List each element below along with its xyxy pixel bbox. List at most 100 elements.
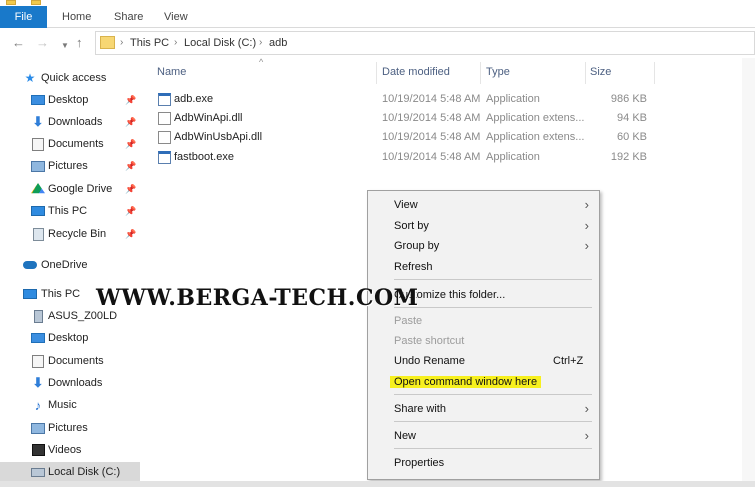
back-arrow-icon[interactable]: ← — [12, 35, 25, 51]
watermark: WWW.BERGA-TECH.COM — [96, 285, 419, 311]
menu-item-undo-rename[interactable]: Undo Rename Ctrl+Z — [368, 351, 599, 371]
menu-separator — [394, 421, 592, 422]
recycle-bin-icon — [31, 227, 45, 241]
menu-item-sort-by[interactable]: Sort by › — [368, 216, 599, 236]
nav-pc-documents[interactable]: Documents — [0, 351, 140, 373]
menu-shortcut: Ctrl+Z — [553, 355, 584, 367]
tab-home[interactable]: Home — [62, 6, 91, 28]
file-type: Application extens... — [486, 131, 585, 143]
scrollbar[interactable] — [742, 58, 755, 481]
breadcrumb-adb[interactable]: adb — [269, 37, 287, 49]
column-divider[interactable] — [376, 62, 377, 84]
menu-item-properties[interactable]: Properties — [368, 453, 599, 473]
nav-pc-pictures[interactable]: Pictures — [0, 418, 140, 440]
pin-icon[interactable]: 📌 — [125, 95, 136, 106]
column-header-date[interactable]: Date modified — [382, 66, 450, 78]
nav-pc-desktop[interactable]: Desktop — [0, 328, 140, 350]
nav-label: Google Drive — [48, 183, 113, 195]
file-row[interactable]: fastboot.exe 10/19/2014 5:48 AM Applicat… — [150, 148, 655, 168]
column-divider[interactable] — [654, 62, 655, 84]
menu-label: Undo Rename — [394, 355, 465, 367]
menu-item-paste-shortcut[interactable]: Paste shortcut — [368, 331, 599, 351]
menu-label: Paste — [394, 315, 423, 327]
file-row[interactable]: AdbWinApi.dll 10/19/2014 5:48 AM Applica… — [150, 109, 655, 129]
videos-icon — [31, 444, 45, 456]
address-bar[interactable]: › This PC › Local Disk (C:) › adb — [95, 31, 755, 55]
nav-label: Music — [48, 399, 77, 411]
file-name: adb.exe — [174, 93, 214, 105]
downloads-icon: ⬇ — [32, 375, 44, 390]
nav-label: Pictures — [48, 422, 88, 434]
tab-view[interactable]: View — [164, 6, 188, 28]
documents-icon — [31, 354, 45, 368]
column-divider[interactable] — [480, 62, 481, 84]
menu-separator — [394, 448, 592, 449]
nav-quick-pictures[interactable]: Pictures 📌 — [0, 156, 140, 178]
this-pc-icon — [23, 288, 37, 300]
nav-quick-downloads[interactable]: ⬇ Downloads 📌 — [0, 112, 140, 134]
nav-pc-videos[interactable]: Videos — [0, 440, 140, 462]
nav-pc-downloads[interactable]: ⬇ Downloads — [0, 373, 140, 395]
menu-item-paste[interactable]: Paste — [368, 311, 599, 331]
menu-label: Paste shortcut — [394, 335, 465, 347]
column-divider[interactable] — [585, 62, 586, 84]
tab-share[interactable]: Share — [114, 6, 143, 28]
pin-icon[interactable]: 📌 — [125, 161, 136, 172]
chevron-right-icon[interactable]: › — [259, 37, 262, 48]
menu-separator — [394, 279, 592, 280]
menu-item-refresh[interactable]: Refresh — [368, 257, 599, 277]
nav-onedrive[interactable]: OneDrive — [0, 255, 140, 277]
column-header-size[interactable]: Size — [590, 66, 611, 78]
file-row[interactable]: AdbWinUsbApi.dll 10/19/2014 5:48 AM Appl… — [150, 128, 655, 148]
nav-quick-recycle-bin[interactable]: Recycle Bin 📌 — [0, 224, 140, 246]
file-row[interactable]: adb.exe 10/19/2014 5:48 AM Application 9… — [150, 90, 655, 110]
menu-item-share-with[interactable]: Share with › — [368, 399, 599, 419]
pin-icon[interactable]: 📌 — [125, 206, 136, 217]
downloads-icon: ⬇ — [32, 114, 44, 129]
menu-item-new[interactable]: New › — [368, 426, 599, 446]
nav-label: Downloads — [48, 377, 103, 389]
breadcrumb-this-pc[interactable]: This PC — [130, 37, 169, 49]
breadcrumb-local-disk[interactable]: Local Disk (C:) — [184, 37, 256, 49]
nav-quick-access[interactable]: ★ Quick access — [0, 68, 140, 90]
sort-ascending-icon: ^ — [259, 57, 264, 67]
desktop-icon — [31, 94, 45, 106]
file-type: Application — [486, 151, 540, 163]
nav-label: ASUS_Z00LD — [48, 310, 118, 322]
nav-label: Desktop — [48, 332, 89, 344]
desktop-icon — [31, 332, 45, 344]
nav-pc-music[interactable]: ♪ Music — [0, 395, 140, 417]
recent-locations-chevron-icon[interactable]: ▼ — [61, 38, 69, 54]
chevron-right-icon: › — [584, 238, 589, 253]
pin-icon[interactable]: 📌 — [125, 229, 136, 240]
nav-quick-desktop[interactable]: Desktop 📌 — [0, 90, 140, 112]
pin-icon[interactable]: 📌 — [125, 184, 136, 195]
nav-label: Recycle Bin — [48, 228, 107, 240]
folder-icon — [31, 0, 41, 5]
nav-label: Pictures — [48, 160, 88, 172]
google-drive-icon — [31, 183, 45, 195]
star-icon: ★ — [24, 71, 36, 85]
file-name: AdbWinApi.dll — [174, 112, 243, 124]
nav-quick-this-pc[interactable]: This PC 📌 — [0, 201, 140, 223]
nav-quick-documents[interactable]: Documents 📌 — [0, 134, 140, 156]
column-header-name[interactable]: Name — [157, 66, 186, 78]
menu-label: Sort by — [394, 220, 429, 232]
pin-icon[interactable]: 📌 — [125, 139, 136, 150]
chevron-right-icon[interactable]: › — [120, 37, 123, 48]
menu-item-open-command-window[interactable]: Open command window here — [368, 372, 599, 392]
menu-item-view[interactable]: View › — [368, 195, 599, 215]
nav-label: Documents — [48, 355, 104, 367]
menu-item-group-by[interactable]: Group by › — [368, 236, 599, 256]
nav-label: Downloads — [48, 116, 103, 128]
file-size: 192 KB — [610, 151, 647, 163]
column-header-type[interactable]: Type — [486, 66, 510, 78]
up-arrow-icon[interactable]: ↑ — [76, 35, 83, 51]
tab-file[interactable]: File — [0, 6, 47, 28]
chevron-right-icon[interactable]: › — [174, 37, 177, 48]
forward-arrow-icon[interactable]: → — [36, 35, 49, 51]
chevron-right-icon: › — [584, 197, 589, 212]
nav-quick-google-drive[interactable]: Google Drive 📌 — [0, 179, 140, 201]
pin-icon[interactable]: 📌 — [125, 117, 136, 128]
documents-icon — [31, 137, 45, 151]
